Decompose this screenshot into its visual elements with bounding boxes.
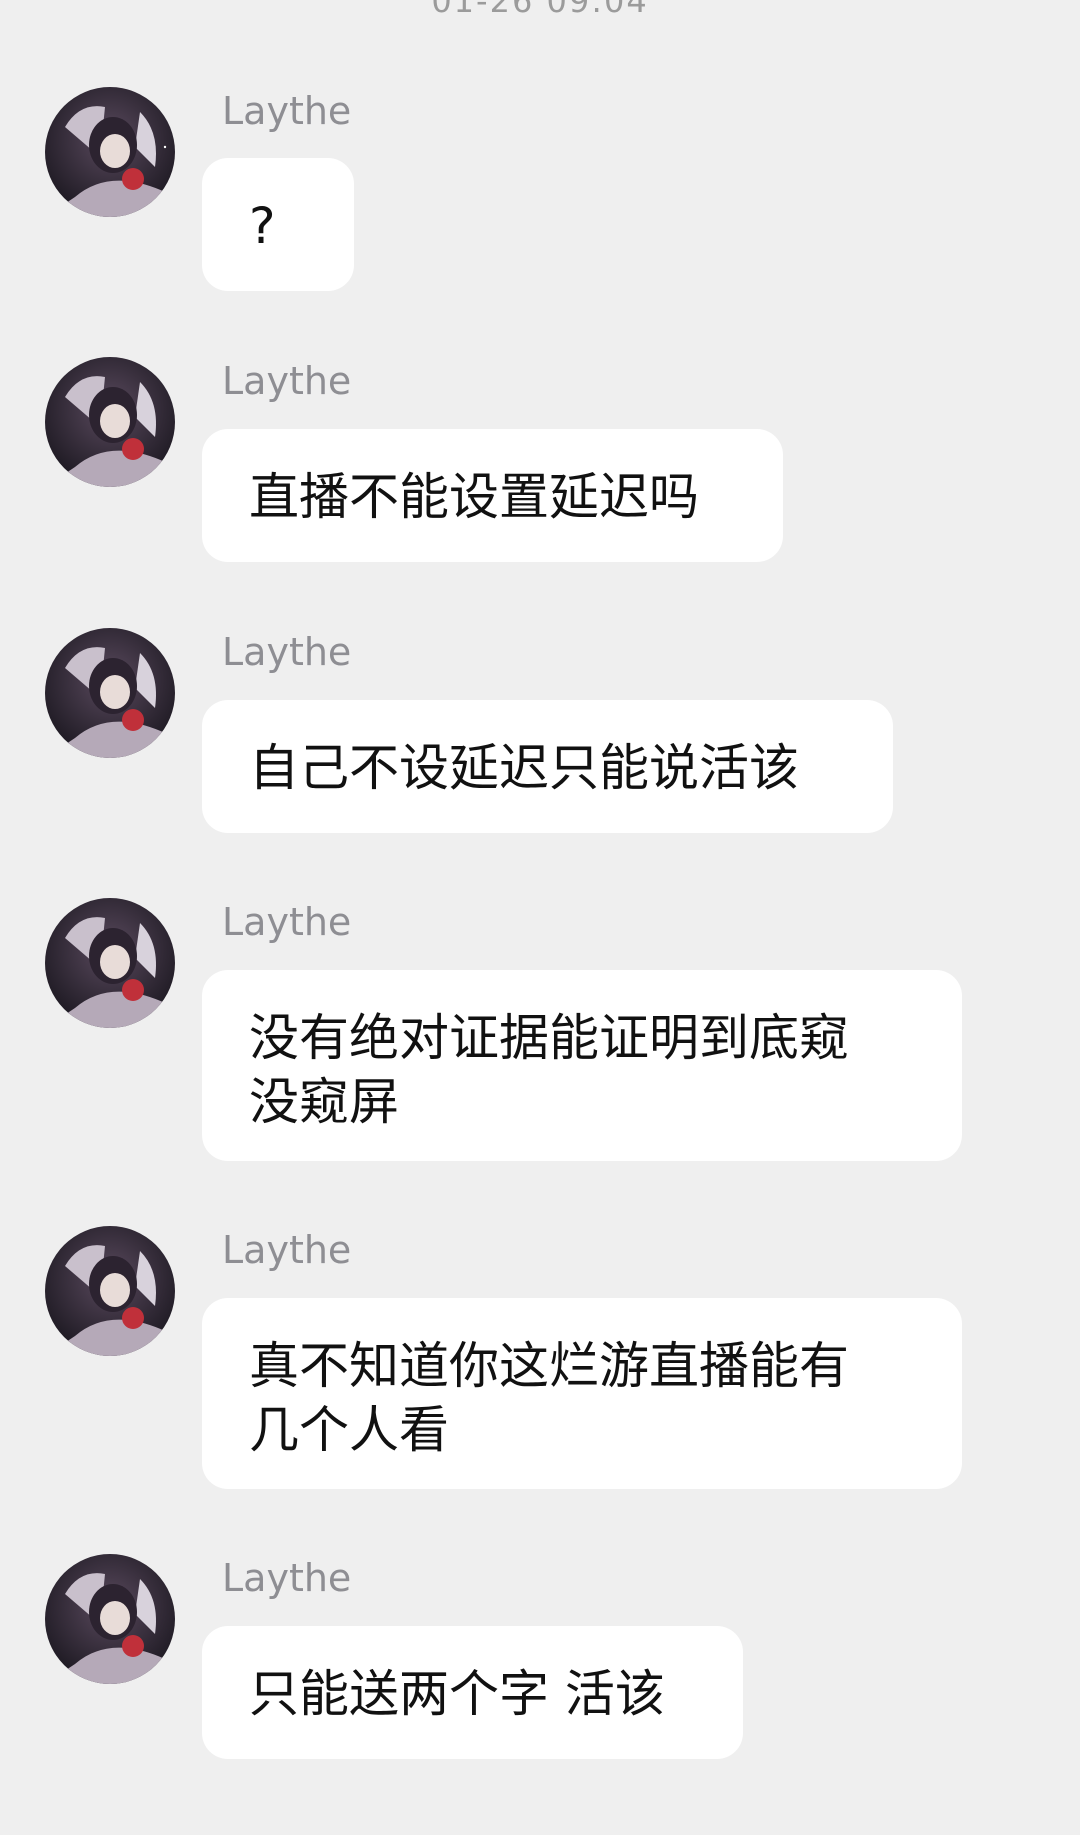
sender-name: Laythe [222,1556,352,1600]
avatar[interactable] [45,1554,175,1684]
avatar[interactable] [45,357,175,487]
sender-name: Laythe [222,89,352,133]
avatar[interactable] [45,898,175,1028]
message-bubble[interactable]: ? [202,158,354,291]
message-bubble[interactable]: 真不知道你这烂游直播能有 几个人看 [202,1298,962,1489]
sender-name: Laythe [222,359,352,403]
sender-name: Laythe [222,900,352,944]
message-bubble[interactable]: 没有绝对证据能证明到底窥 没窥屏 [202,970,962,1161]
message-bubble[interactable]: 直播不能设置延迟吗 [202,429,783,562]
sender-name: Laythe [222,1228,352,1272]
message-timestamp: 01-26 09:04 [431,0,649,20]
avatar[interactable] [45,87,175,217]
avatar[interactable] [45,628,175,758]
message-bubble[interactable]: 自己不设延迟只能说活该 [202,700,893,833]
sender-name: Laythe [222,630,352,674]
message-bubble[interactable]: 只能送两个字 活该 [202,1626,743,1759]
avatar[interactable] [45,1226,175,1356]
